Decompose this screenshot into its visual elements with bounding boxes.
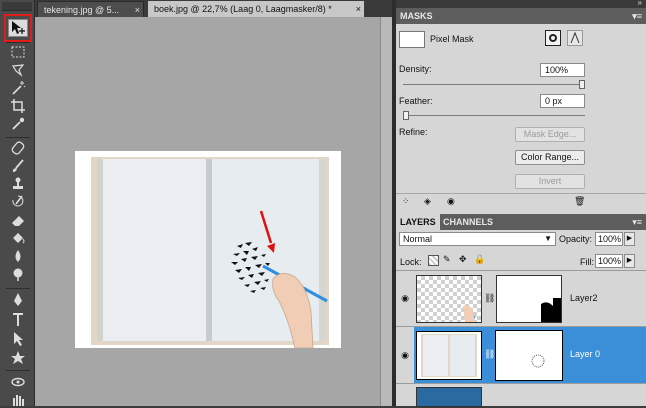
eraser-icon[interactable] (9, 212, 27, 228)
blend-mode-select[interactable]: Normal ▼ (399, 232, 556, 246)
color-range-button[interactable]: Color Range... (515, 150, 585, 165)
blur-tool-icon[interactable] (9, 248, 27, 264)
tab-label: boek.jpg @ 22,7% (Laag 0, Laagmasker/8) … (154, 4, 332, 14)
density-label: Density: (399, 64, 432, 74)
trash-icon[interactable]: 🗑 (574, 196, 585, 207)
chevron-down-icon: ▼ (544, 234, 552, 243)
fill-input[interactable]: 100% (595, 254, 623, 268)
masks-title: MASKS (400, 11, 433, 21)
toolbar-grip[interactable] (2, 2, 32, 11)
panel-dock-top: » (396, 0, 646, 8)
layer-thumbnail (416, 275, 482, 323)
collapse-icon[interactable]: » (638, 0, 642, 7)
refine-label: Refine: (399, 127, 428, 137)
paint-bucket-icon[interactable] (9, 230, 27, 246)
masks-panel-header[interactable]: MASKS ▾≡ (396, 8, 646, 24)
visibility-icon[interactable]: ◉ (447, 196, 455, 207)
shape-tool-icon[interactable] (9, 350, 27, 366)
crop-tool-icon[interactable] (9, 98, 27, 114)
layer-mask-thumbnail[interactable] (496, 275, 562, 323)
open-book-image (75, 151, 341, 349)
layer-thumbnail (416, 387, 482, 407)
invert-button[interactable]: Invert (515, 174, 585, 189)
lasso-tool-icon[interactable] (9, 62, 27, 78)
layers-panel: LAYERS CHANNELS ▾≡ Normal ▼ Opacity: 100… (396, 214, 646, 407)
marquee-tool-icon[interactable] (9, 44, 27, 60)
lock-position-icon[interactable]: ✥ (459, 254, 467, 265)
move-tool-highlight (4, 14, 32, 42)
dodge-tool-icon[interactable] (9, 266, 27, 282)
feather-slider-track[interactable] (403, 115, 585, 116)
close-icon[interactable]: × (356, 1, 361, 17)
opacity-input[interactable]: 100% (595, 232, 623, 246)
close-icon[interactable]: × (135, 2, 140, 17)
chain-link-icon[interactable]: ⛓ (484, 349, 495, 360)
lock-label: Lock: (400, 257, 422, 267)
layer-name[interactable]: Layer2 (570, 293, 598, 303)
visibility-eye-icon[interactable]: ◉ (396, 271, 414, 326)
pen-tool-icon[interactable] (9, 292, 27, 308)
document-image[interactable] (75, 151, 341, 349)
tab-layers[interactable]: LAYERS (396, 214, 440, 230)
vector-mask-icon[interactable] (567, 30, 583, 46)
lock-transparent-icon[interactable] (428, 255, 439, 266)
load-selection-icon[interactable]: ⁘ (402, 196, 410, 207)
lock-pixels-icon[interactable]: ✎ (443, 254, 451, 265)
layer-row-layer2[interactable]: ◉ ⛓ Layer2 (396, 270, 646, 326)
feather-label: Feather: (399, 96, 433, 106)
tab-channels[interactable]: CHANNELS (439, 214, 497, 230)
chain-link-icon[interactable]: ⛓ (484, 293, 495, 304)
visibility-eye-icon[interactable]: ◉ (396, 327, 414, 383)
tab-tekening[interactable]: tekening.jpg @ 5... × (37, 1, 144, 17)
mask-type-label: Pixel Mask (430, 34, 474, 44)
mask-edge-button[interactable]: Mask Edge... (515, 127, 585, 142)
density-slider-knob[interactable] (579, 80, 585, 89)
layer-row-partial[interactable] (396, 383, 646, 407)
mask-thumbnail (399, 31, 425, 48)
magic-wand-icon[interactable] (9, 80, 27, 96)
layer-mask-thumbnail[interactable] (495, 330, 563, 381)
masks-panel: MASKS ▾≡ Pixel Mask Density: 100% Feathe… (396, 8, 646, 214)
document-tab-bar: tekening.jpg @ 5... × boek.jpg @ 22,7% (… (35, 0, 392, 18)
fill-label: Fill: (580, 257, 594, 267)
history-brush-icon[interactable] (9, 194, 27, 210)
type-tool-icon[interactable] (9, 312, 27, 328)
apply-mask-icon[interactable]: ◈ (424, 196, 431, 207)
pixel-mask-icon[interactable] (545, 30, 561, 46)
feather-input[interactable]: 0 px (540, 94, 585, 108)
tab-label: tekening.jpg @ 5... (44, 5, 120, 15)
path-selection-icon[interactable] (9, 331, 27, 347)
eyedropper-icon[interactable] (9, 116, 27, 132)
tab-boek[interactable]: boek.jpg @ 22,7% (Laag 0, Laagmasker/8) … (148, 1, 364, 17)
feather-slider-knob[interactable] (403, 111, 409, 120)
opacity-label: Opacity: (559, 234, 593, 244)
panel-menu-icon[interactable]: ▾≡ (632, 8, 642, 24)
3d-rotate-icon[interactable] (9, 374, 27, 390)
density-slider-track[interactable] (403, 84, 585, 85)
layer-thumbnail (416, 331, 482, 380)
layer-row-layer0[interactable]: ◉ ⛓ Layer 0 (396, 326, 646, 383)
lock-all-icon[interactable]: 🔒 (474, 254, 485, 265)
healing-brush-icon[interactable] (9, 140, 27, 156)
brush-tool-icon[interactable] (9, 158, 27, 174)
clone-stamp-icon[interactable] (9, 176, 27, 192)
layer-name[interactable]: Layer 0 (570, 349, 600, 359)
tools-panel (0, 0, 35, 406)
blend-mode-value: Normal (403, 234, 433, 244)
density-input[interactable]: 100% (540, 63, 585, 77)
